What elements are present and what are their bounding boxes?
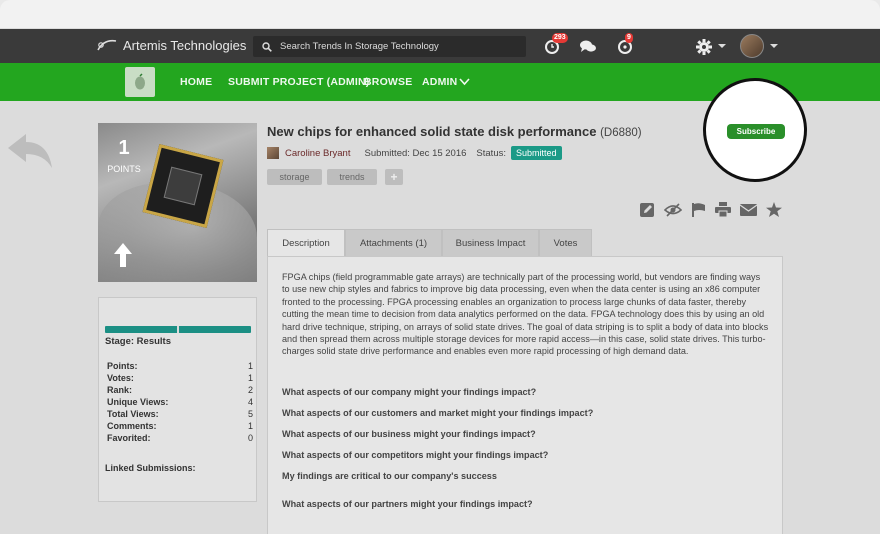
author-avatar [267, 147, 279, 159]
stage-label: Stage: Results [105, 336, 171, 347]
flag-icon[interactable] [691, 202, 706, 217]
hide-icon[interactable] [664, 202, 682, 217]
stat-row: Points: 1 [107, 361, 253, 371]
search-icon [262, 41, 272, 52]
submission-meta: Caroline Bryant Submitted: Dec 15 2016 S… [267, 145, 562, 161]
settings-menu[interactable] [695, 38, 713, 61]
submission-image: 1 POINTS [98, 123, 257, 282]
stat-label: Votes: [107, 373, 134, 383]
search-input[interactable]: Search Trends In Storage Technology [253, 36, 526, 57]
impact-question: What aspects of our competitors might yo… [282, 450, 549, 460]
points-label: POINTS [107, 164, 141, 174]
tag-storage[interactable]: storage [267, 169, 322, 185]
messages-button[interactable] [579, 37, 597, 55]
brand-name: Artemis Technologies [123, 37, 247, 53]
brand-swoosh-icon [97, 39, 117, 51]
stat-row: Favorited: 0 [107, 433, 253, 443]
back-arrow-icon[interactable] [6, 132, 56, 174]
impact-question: What aspects of our customers and market… [282, 408, 594, 418]
stat-value: 1 [247, 373, 253, 383]
home-logo[interactable] [125, 67, 155, 97]
edit-icon[interactable] [640, 202, 655, 217]
chat-icon [580, 40, 596, 52]
stat-row: Unique Views: 4 [107, 397, 253, 407]
stat-row: Votes: 1 [107, 373, 253, 383]
upvote-arrow-icon[interactable] [114, 243, 132, 267]
stat-row: Total Views: 5 [107, 409, 253, 419]
submitted-date: Submitted: Dec 15 2016 [364, 147, 467, 159]
user-caret-icon[interactable] [770, 44, 778, 48]
impact-question: What aspects of our business might your … [282, 429, 536, 439]
points-count: 1 [118, 137, 130, 159]
stat-row: Rank: 2 [107, 385, 253, 395]
nav-submit-project[interactable]: SUBMIT PROJECT (ADMIN) [228, 76, 369, 88]
nav-admin[interactable]: ADMIN [422, 76, 457, 88]
status-label: Status: [476, 147, 506, 159]
subscribe-button[interactable]: Subscribe [727, 124, 785, 139]
settings-caret-icon[interactable] [718, 44, 726, 48]
stat-value: 1 [247, 361, 253, 371]
browser-chrome [0, 0, 880, 29]
mail-icon[interactable] [740, 202, 757, 217]
tab-business-impact[interactable]: Business Impact [442, 229, 539, 256]
status-badge: Submitted [511, 146, 562, 160]
linked-submissions-label: Linked Submissions: [105, 463, 196, 473]
stat-label: Total Views: [107, 409, 159, 419]
leaf-icon [135, 73, 145, 90]
brand-logo[interactable]: Artemis Technologies [96, 37, 246, 53]
action-toolbar [640, 202, 782, 217]
author-link[interactable]: Caroline Bryant [285, 148, 350, 159]
alerts-badge: 9 [625, 33, 633, 43]
activity-button[interactable]: 293 [543, 33, 568, 55]
stage-progress-bar [105, 326, 251, 333]
nav-browse[interactable]: BROWSE [364, 76, 412, 88]
chevron-down-icon[interactable] [459, 78, 470, 86]
stat-label: Points: [107, 361, 138, 371]
tag-trends[interactable]: trends [327, 169, 377, 185]
add-tag-button[interactable]: + [385, 169, 403, 185]
user-avatar[interactable] [740, 34, 764, 58]
star-icon[interactable] [766, 202, 782, 217]
stat-label: Favorited: [107, 433, 151, 443]
nav-home[interactable]: HOME [180, 76, 212, 88]
top-bar: Artemis Technologies Search Trends In St… [0, 29, 880, 63]
stat-label: Rank: [107, 385, 133, 395]
search-placeholder: Search Trends In Storage Technology [280, 41, 439, 52]
stat-row: Comments: 1 [107, 421, 253, 431]
stat-label: Comments: [107, 421, 157, 431]
stat-value: 1 [247, 421, 253, 431]
impact-question: My findings are critical to our company'… [282, 471, 497, 481]
description-text: FPGA chips (field programmable gate arra… [282, 272, 769, 357]
stats-panel: Stage: Results Points: 1 Votes: 1 Rank: 2 U… [98, 297, 257, 502]
impact-question: What aspects of our partners might your … [282, 499, 533, 509]
stat-value: 2 [247, 385, 253, 395]
print-icon[interactable] [715, 202, 731, 217]
impact-question: What aspects of our company might your f… [282, 387, 537, 397]
submission-title: New chips for enhanced solid state disk … [267, 124, 597, 139]
submission-id: (D6880) [600, 127, 642, 139]
tab-description[interactable]: Description [267, 229, 345, 256]
stat-value: 4 [247, 397, 253, 407]
description-panel: FPGA chips (field programmable gate arra… [267, 256, 783, 534]
tab-votes[interactable]: Votes [539, 229, 592, 256]
tab-bar: Description Attachments (1) Business Imp… [267, 229, 592, 256]
page-title: New chips for enhanced solid state disk … [267, 124, 642, 139]
activity-badge: 293 [552, 33, 568, 43]
gear-icon [696, 39, 712, 55]
stat-label: Unique Views: [107, 397, 169, 407]
tab-attachments[interactable]: Attachments (1) [345, 229, 442, 256]
stat-value: 5 [247, 409, 253, 419]
alerts-button[interactable]: 9 [616, 33, 634, 55]
stat-value: 0 [247, 433, 253, 443]
